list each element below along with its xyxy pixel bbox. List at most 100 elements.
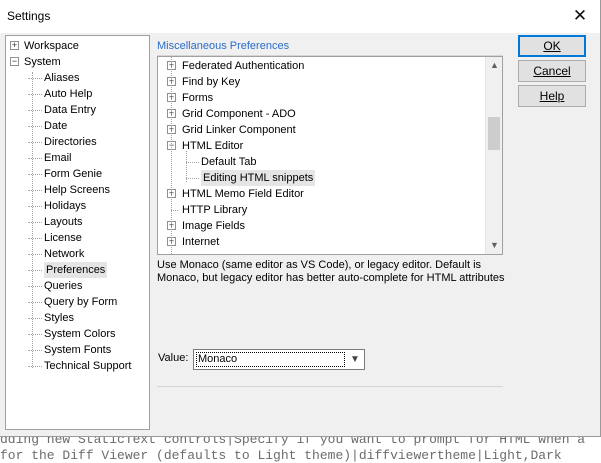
tree-item-label: Data Entry bbox=[44, 104, 96, 116]
settings-dialog: Settings ✕ + Workspace − System Aliases Auto … bbox=[0, 0, 601, 437]
pref-item-html-memo-field-editor[interactable]: + HTML Memo Field Editor bbox=[167, 186, 485, 202]
tree-connector bbox=[28, 94, 42, 95]
description-line-1: Use Monaco (same editor as VS Code), or … bbox=[157, 259, 482, 271]
tree-item-label: System Colors bbox=[44, 328, 116, 340]
pref-item-grid-component-ado[interactable]: + Grid Component - ADO bbox=[167, 106, 485, 122]
nav-item-directories[interactable]: Directories bbox=[28, 134, 149, 150]
tree-item-label: Queries bbox=[44, 280, 83, 292]
tree-item-label: Grid Component - ADO bbox=[182, 108, 296, 120]
nav-item-network[interactable]: Network bbox=[28, 246, 149, 262]
tree-connector bbox=[186, 162, 199, 163]
scroll-down-icon[interactable]: ▼ bbox=[486, 237, 502, 254]
value-label: Value: bbox=[158, 352, 189, 364]
vertical-scrollbar[interactable]: ▲ ▼ bbox=[485, 57, 502, 254]
tree-item-label: System bbox=[24, 56, 61, 68]
expand-icon[interactable]: + bbox=[10, 41, 19, 50]
tree-connector bbox=[28, 286, 42, 287]
tree-connector bbox=[28, 334, 42, 335]
nav-item-preferences[interactable]: Preferences bbox=[28, 262, 149, 278]
scroll-up-icon[interactable]: ▲ bbox=[486, 57, 502, 74]
nav-item-technical-support[interactable]: Technical Support bbox=[28, 358, 149, 374]
tree-item-label: Preferences bbox=[44, 262, 108, 278]
close-icon[interactable]: ✕ bbox=[568, 4, 592, 28]
tree-connector bbox=[28, 174, 42, 175]
pref-item-html-editor[interactable]: − HTML Editor bbox=[167, 138, 485, 154]
tree-item-label: Styles bbox=[44, 312, 74, 324]
tree-item-label: Editing HTML snippets bbox=[201, 170, 316, 186]
window-title: Settings bbox=[7, 9, 51, 23]
nav-item-auto-help[interactable]: Auto Help bbox=[28, 86, 149, 102]
tree-connector bbox=[28, 350, 42, 351]
tree-item-label: Federated Authentication bbox=[182, 60, 305, 72]
nav-item-system[interactable]: − System bbox=[10, 54, 149, 70]
tree-item-label: Internet bbox=[182, 236, 220, 248]
chevron-down-icon[interactable]: ▼ bbox=[346, 350, 364, 369]
pref-item-editing-html-snippets[interactable]: Editing HTML snippets bbox=[186, 170, 485, 186]
tree-item-label: Aliases bbox=[44, 72, 80, 84]
pref-item-default-tab[interactable]: Default Tab bbox=[186, 154, 485, 170]
tree-item-label: Layouts bbox=[44, 216, 83, 228]
nav-item-email[interactable]: Email bbox=[28, 150, 149, 166]
tree-connector bbox=[171, 210, 178, 211]
cancel-button[interactable]: Cancel bbox=[518, 60, 586, 82]
title-bar: Settings ✕ bbox=[0, 0, 600, 33]
tree-item-label: Auto Help bbox=[44, 88, 93, 100]
value-dropdown[interactable]: Monaco ▼ bbox=[193, 349, 365, 370]
help-button[interactable]: Help bbox=[518, 85, 586, 107]
tree-item-label: Email bbox=[44, 152, 72, 164]
tree-item-label: Default Tab bbox=[201, 156, 257, 168]
nav-item-queries[interactable]: Queries bbox=[28, 278, 149, 294]
nav-item-system-colors[interactable]: System Colors bbox=[28, 326, 149, 342]
tree-connector bbox=[28, 366, 42, 367]
nav-item-layouts[interactable]: Layouts bbox=[28, 214, 149, 230]
ok-button[interactable]: OK bbox=[518, 35, 586, 57]
tree-connector bbox=[28, 222, 42, 223]
nav-item-holidays[interactable]: Holidays bbox=[28, 198, 149, 214]
bottom-divider bbox=[157, 386, 503, 387]
tree-connector-vertical bbox=[32, 72, 33, 368]
tree-connector bbox=[28, 126, 42, 127]
pref-item-grid-linker-component[interactable]: + Grid Linker Component bbox=[167, 122, 485, 138]
tree-item-label: Workspace bbox=[24, 40, 79, 52]
tree-connector bbox=[186, 178, 199, 179]
tree-connector-vertical bbox=[186, 151, 187, 182]
pref-item-internet[interactable]: + Internet bbox=[167, 234, 485, 250]
nav-item-aliases[interactable]: Aliases bbox=[28, 70, 149, 86]
ok-button-label: OK bbox=[543, 39, 561, 53]
preferences-tree[interactable]: ▲ ▼ + Federated Authentication + Find by Ke… bbox=[157, 56, 503, 255]
nav-item-query-by-form[interactable]: Query by Form bbox=[28, 294, 149, 310]
tree-connector bbox=[28, 238, 42, 239]
tree-item-label: Find by Key bbox=[182, 76, 241, 88]
pref-item-forms[interactable]: + Forms bbox=[167, 90, 485, 106]
pref-item-federated-authentication[interactable]: + Federated Authentication bbox=[167, 58, 485, 74]
nav-item-date[interactable]: Date bbox=[28, 118, 149, 134]
tree-item-label: Image Fields bbox=[182, 220, 245, 232]
description-line-2: Monaco, but legacy editor has better aut… bbox=[157, 272, 505, 284]
tree-connector-vertical bbox=[171, 57, 172, 254]
tree-item-label: Help Screens bbox=[44, 184, 111, 196]
tree-item-label: HTML Editor bbox=[182, 140, 244, 152]
tree-connector bbox=[28, 302, 42, 303]
nav-item-styles[interactable]: Styles bbox=[28, 310, 149, 326]
tree-item-label: Grid Linker Component bbox=[182, 124, 296, 136]
scroll-thumb[interactable] bbox=[488, 117, 500, 150]
nav-item-help-screens[interactable]: Help Screens bbox=[28, 182, 149, 198]
tree-connector bbox=[28, 254, 42, 255]
nav-item-workspace[interactable]: + Workspace bbox=[10, 38, 149, 54]
nav-item-data-entry[interactable]: Data Entry bbox=[28, 102, 149, 118]
pref-item-image-fields[interactable]: + Image Fields bbox=[167, 218, 485, 234]
pref-item-http-library[interactable]: HTTP Library bbox=[167, 202, 485, 218]
settings-category-tree[interactable]: + Workspace − System Aliases Auto Help Data En… bbox=[5, 35, 150, 430]
tree-connector bbox=[28, 110, 42, 111]
tree-item-label: Network bbox=[44, 248, 85, 260]
tree-item-label: System Fonts bbox=[44, 344, 112, 356]
tree-connector bbox=[28, 206, 42, 207]
pref-item-find-by-key[interactable]: + Find by Key bbox=[167, 74, 485, 90]
nav-item-form-genie[interactable]: Form Genie bbox=[28, 166, 149, 182]
nav-item-system-fonts[interactable]: System Fonts bbox=[28, 342, 149, 358]
preference-description: Use Monaco (same editor as VS Code), or … bbox=[157, 259, 507, 285]
collapse-icon[interactable]: − bbox=[10, 57, 19, 66]
nav-item-license[interactable]: License bbox=[28, 230, 149, 246]
tree-connector bbox=[28, 142, 42, 143]
value-selected-text: Monaco bbox=[196, 352, 345, 367]
